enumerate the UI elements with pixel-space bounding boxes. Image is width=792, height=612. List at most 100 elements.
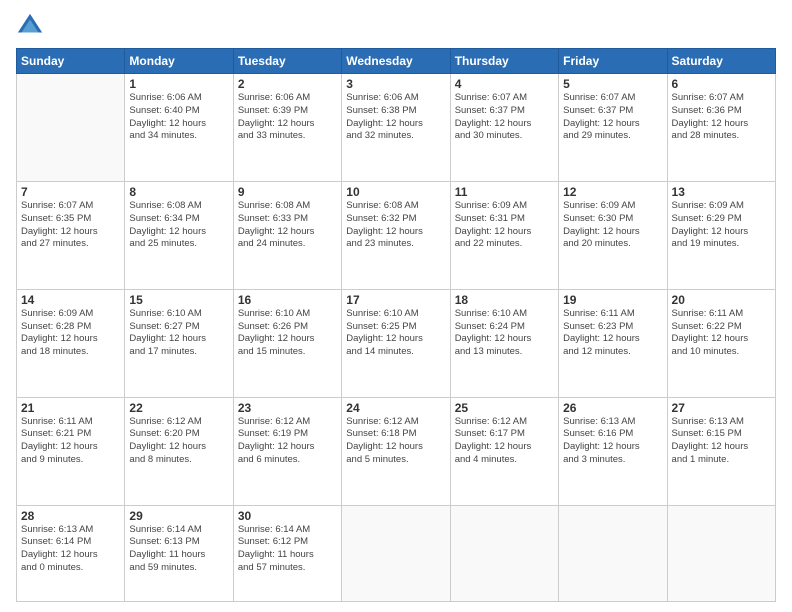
header [16, 12, 776, 40]
calendar-cell [559, 505, 667, 601]
calendar-cell: 26Sunrise: 6:13 AMSunset: 6:16 PMDayligh… [559, 397, 667, 505]
calendar-header-tuesday: Tuesday [233, 49, 341, 74]
day-number: 2 [238, 77, 337, 91]
day-info: Sunrise: 6:07 AMSunset: 6:37 PMDaylight:… [455, 92, 554, 143]
calendar-cell: 22Sunrise: 6:12 AMSunset: 6:20 PMDayligh… [125, 397, 233, 505]
day-info: Sunrise: 6:12 AMSunset: 6:20 PMDaylight:… [129, 416, 228, 467]
day-info: Sunrise: 6:08 AMSunset: 6:34 PMDaylight:… [129, 200, 228, 251]
calendar-cell: 1Sunrise: 6:06 AMSunset: 6:40 PMDaylight… [125, 74, 233, 182]
calendar-cell: 11Sunrise: 6:09 AMSunset: 6:31 PMDayligh… [450, 181, 558, 289]
calendar-cell [667, 505, 775, 601]
calendar-cell: 12Sunrise: 6:09 AMSunset: 6:30 PMDayligh… [559, 181, 667, 289]
day-number: 17 [346, 293, 445, 307]
calendar-cell: 10Sunrise: 6:08 AMSunset: 6:32 PMDayligh… [342, 181, 450, 289]
day-number: 9 [238, 185, 337, 199]
calendar-cell [342, 505, 450, 601]
day-number: 8 [129, 185, 228, 199]
calendar-cell: 14Sunrise: 6:09 AMSunset: 6:28 PMDayligh… [17, 289, 125, 397]
calendar-cell: 19Sunrise: 6:11 AMSunset: 6:23 PMDayligh… [559, 289, 667, 397]
calendar-cell: 30Sunrise: 6:14 AMSunset: 6:12 PMDayligh… [233, 505, 341, 601]
calendar-cell: 29Sunrise: 6:14 AMSunset: 6:13 PMDayligh… [125, 505, 233, 601]
calendar-cell: 13Sunrise: 6:09 AMSunset: 6:29 PMDayligh… [667, 181, 775, 289]
calendar-cell: 21Sunrise: 6:11 AMSunset: 6:21 PMDayligh… [17, 397, 125, 505]
calendar-cell: 3Sunrise: 6:06 AMSunset: 6:38 PMDaylight… [342, 74, 450, 182]
day-info: Sunrise: 6:14 AMSunset: 6:12 PMDaylight:… [238, 524, 337, 575]
day-number: 18 [455, 293, 554, 307]
calendar-cell: 17Sunrise: 6:10 AMSunset: 6:25 PMDayligh… [342, 289, 450, 397]
calendar-week-2: 7Sunrise: 6:07 AMSunset: 6:35 PMDaylight… [17, 181, 776, 289]
calendar-cell: 24Sunrise: 6:12 AMSunset: 6:18 PMDayligh… [342, 397, 450, 505]
day-number: 7 [21, 185, 120, 199]
day-number: 30 [238, 509, 337, 523]
day-info: Sunrise: 6:13 AMSunset: 6:14 PMDaylight:… [21, 524, 120, 575]
day-number: 25 [455, 401, 554, 415]
day-number: 14 [21, 293, 120, 307]
day-number: 10 [346, 185, 445, 199]
calendar-cell: 23Sunrise: 6:12 AMSunset: 6:19 PMDayligh… [233, 397, 341, 505]
day-info: Sunrise: 6:10 AMSunset: 6:27 PMDaylight:… [129, 308, 228, 359]
calendar-table: SundayMondayTuesdayWednesdayThursdayFrid… [16, 48, 776, 602]
day-info: Sunrise: 6:09 AMSunset: 6:30 PMDaylight:… [563, 200, 662, 251]
day-info: Sunrise: 6:08 AMSunset: 6:32 PMDaylight:… [346, 200, 445, 251]
calendar-cell: 20Sunrise: 6:11 AMSunset: 6:22 PMDayligh… [667, 289, 775, 397]
calendar-cell [450, 505, 558, 601]
day-info: Sunrise: 6:07 AMSunset: 6:37 PMDaylight:… [563, 92, 662, 143]
day-info: Sunrise: 6:09 AMSunset: 6:28 PMDaylight:… [21, 308, 120, 359]
calendar-week-5: 28Sunrise: 6:13 AMSunset: 6:14 PMDayligh… [17, 505, 776, 601]
day-number: 4 [455, 77, 554, 91]
day-number: 22 [129, 401, 228, 415]
calendar-header-sunday: Sunday [17, 49, 125, 74]
calendar-cell: 18Sunrise: 6:10 AMSunset: 6:24 PMDayligh… [450, 289, 558, 397]
day-number: 21 [21, 401, 120, 415]
day-number: 27 [672, 401, 771, 415]
calendar-cell: 16Sunrise: 6:10 AMSunset: 6:26 PMDayligh… [233, 289, 341, 397]
logo [16, 12, 48, 40]
calendar-cell: 27Sunrise: 6:13 AMSunset: 6:15 PMDayligh… [667, 397, 775, 505]
day-number: 15 [129, 293, 228, 307]
day-number: 11 [455, 185, 554, 199]
calendar-week-1: 1Sunrise: 6:06 AMSunset: 6:40 PMDaylight… [17, 74, 776, 182]
day-info: Sunrise: 6:07 AMSunset: 6:35 PMDaylight:… [21, 200, 120, 251]
calendar-cell: 5Sunrise: 6:07 AMSunset: 6:37 PMDaylight… [559, 74, 667, 182]
day-info: Sunrise: 6:06 AMSunset: 6:38 PMDaylight:… [346, 92, 445, 143]
day-info: Sunrise: 6:06 AMSunset: 6:39 PMDaylight:… [238, 92, 337, 143]
day-number: 19 [563, 293, 662, 307]
day-info: Sunrise: 6:06 AMSunset: 6:40 PMDaylight:… [129, 92, 228, 143]
calendar-cell: 9Sunrise: 6:08 AMSunset: 6:33 PMDaylight… [233, 181, 341, 289]
day-info: Sunrise: 6:08 AMSunset: 6:33 PMDaylight:… [238, 200, 337, 251]
calendar-cell: 25Sunrise: 6:12 AMSunset: 6:17 PMDayligh… [450, 397, 558, 505]
calendar-header-wednesday: Wednesday [342, 49, 450, 74]
calendar-cell: 15Sunrise: 6:10 AMSunset: 6:27 PMDayligh… [125, 289, 233, 397]
day-number: 3 [346, 77, 445, 91]
day-number: 5 [563, 77, 662, 91]
calendar-cell: 6Sunrise: 6:07 AMSunset: 6:36 PMDaylight… [667, 74, 775, 182]
day-info: Sunrise: 6:10 AMSunset: 6:24 PMDaylight:… [455, 308, 554, 359]
day-info: Sunrise: 6:11 AMSunset: 6:22 PMDaylight:… [672, 308, 771, 359]
day-info: Sunrise: 6:12 AMSunset: 6:17 PMDaylight:… [455, 416, 554, 467]
day-info: Sunrise: 6:13 AMSunset: 6:16 PMDaylight:… [563, 416, 662, 467]
logo-icon [16, 12, 44, 40]
day-number: 6 [672, 77, 771, 91]
day-number: 1 [129, 77, 228, 91]
day-info: Sunrise: 6:12 AMSunset: 6:19 PMDaylight:… [238, 416, 337, 467]
day-info: Sunrise: 6:07 AMSunset: 6:36 PMDaylight:… [672, 92, 771, 143]
day-number: 26 [563, 401, 662, 415]
calendar-week-3: 14Sunrise: 6:09 AMSunset: 6:28 PMDayligh… [17, 289, 776, 397]
day-info: Sunrise: 6:14 AMSunset: 6:13 PMDaylight:… [129, 524, 228, 575]
day-info: Sunrise: 6:12 AMSunset: 6:18 PMDaylight:… [346, 416, 445, 467]
day-info: Sunrise: 6:11 AMSunset: 6:23 PMDaylight:… [563, 308, 662, 359]
day-info: Sunrise: 6:10 AMSunset: 6:26 PMDaylight:… [238, 308, 337, 359]
day-info: Sunrise: 6:10 AMSunset: 6:25 PMDaylight:… [346, 308, 445, 359]
calendar-header-row: SundayMondayTuesdayWednesdayThursdayFrid… [17, 49, 776, 74]
calendar-header-monday: Monday [125, 49, 233, 74]
calendar-week-4: 21Sunrise: 6:11 AMSunset: 6:21 PMDayligh… [17, 397, 776, 505]
calendar-header-saturday: Saturday [667, 49, 775, 74]
day-info: Sunrise: 6:09 AMSunset: 6:29 PMDaylight:… [672, 200, 771, 251]
day-number: 29 [129, 509, 228, 523]
day-info: Sunrise: 6:11 AMSunset: 6:21 PMDaylight:… [21, 416, 120, 467]
day-number: 28 [21, 509, 120, 523]
day-number: 23 [238, 401, 337, 415]
day-number: 12 [563, 185, 662, 199]
day-number: 16 [238, 293, 337, 307]
day-number: 20 [672, 293, 771, 307]
